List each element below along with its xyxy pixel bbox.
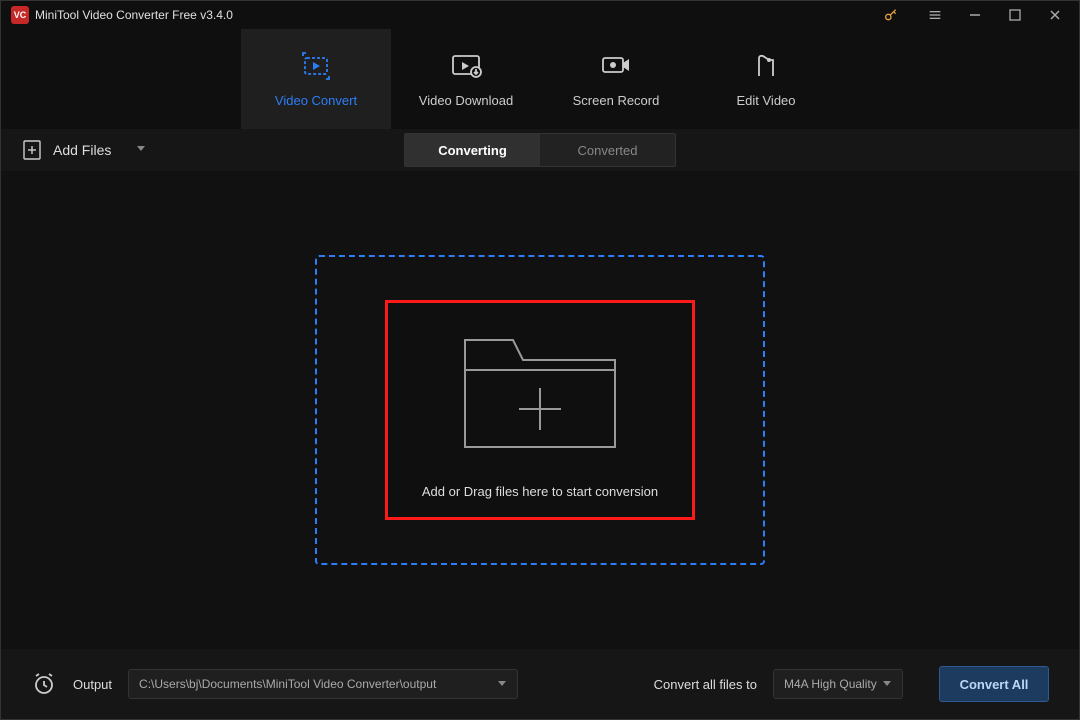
app-window: VC MiniTool Video Converter Free v3.4.0: [0, 0, 1080, 720]
download-icon: [449, 51, 483, 81]
format-text: M4A High Quality: [784, 677, 878, 691]
title-bar: VC MiniTool Video Converter Free v3.4.0: [1, 1, 1079, 29]
key-icon[interactable]: [871, 1, 911, 29]
convert-all-label: Convert all files to: [654, 677, 757, 692]
output-path-select[interactable]: C:\Users\bj\Documents\MiniTool Video Con…: [128, 669, 518, 699]
clock-icon[interactable]: [31, 671, 57, 697]
drop-text: Add or Drag files here to start conversi…: [422, 484, 658, 499]
add-files-button[interactable]: Add Files: [21, 139, 147, 161]
main-tabs: Video Convert Video Download: [1, 29, 1079, 129]
folder-plus-icon: [455, 322, 625, 462]
convert-icon: [299, 51, 333, 81]
window-controls: [871, 1, 1075, 29]
tab-video-convert[interactable]: Video Convert: [241, 29, 391, 129]
tab-label: Edit Video: [736, 93, 795, 108]
maximize-button[interactable]: [995, 1, 1035, 29]
chevron-down-icon: [882, 678, 892, 691]
tab-label: Video Convert: [275, 93, 357, 108]
edit-icon: [749, 51, 783, 81]
seg-converting[interactable]: Converting: [405, 134, 540, 166]
close-button[interactable]: [1035, 1, 1075, 29]
chevron-down-icon: [135, 141, 147, 159]
content-area: Add or Drag files here to start conversi…: [1, 171, 1079, 649]
bottom-bar: Output C:\Users\bj\Documents\MiniTool Vi…: [1, 649, 1079, 719]
tab-label: Screen Record: [573, 93, 660, 108]
seg-converted[interactable]: Converted: [540, 134, 675, 166]
add-files-label: Add Files: [53, 142, 111, 158]
toolbar: Add Files Converting Converted: [1, 129, 1079, 171]
output-label: Output: [73, 677, 112, 692]
drop-zone-outer: Add or Drag files here to start conversi…: [315, 255, 765, 565]
convert-all-button[interactable]: Convert All: [939, 666, 1049, 702]
tab-screen-record[interactable]: Screen Record: [541, 29, 691, 129]
tab-edit-video[interactable]: Edit Video: [691, 29, 841, 129]
chevron-down-icon: [497, 678, 507, 691]
output-path-text: C:\Users\bj\Documents\MiniTool Video Con…: [139, 677, 491, 691]
drop-zone[interactable]: Add or Drag files here to start conversi…: [385, 300, 695, 520]
window-title: MiniTool Video Converter Free v3.4.0: [35, 8, 233, 22]
record-icon: [599, 51, 633, 81]
minimize-button[interactable]: [955, 1, 995, 29]
tab-video-download[interactable]: Video Download: [391, 29, 541, 129]
add-file-icon: [21, 139, 43, 161]
converting-toggle: Converting Converted: [404, 133, 676, 167]
menu-icon[interactable]: [915, 1, 955, 29]
app-logo-icon: VC: [11, 6, 29, 24]
tab-label: Video Download: [419, 93, 513, 108]
format-select[interactable]: M4A High Quality: [773, 669, 903, 699]
